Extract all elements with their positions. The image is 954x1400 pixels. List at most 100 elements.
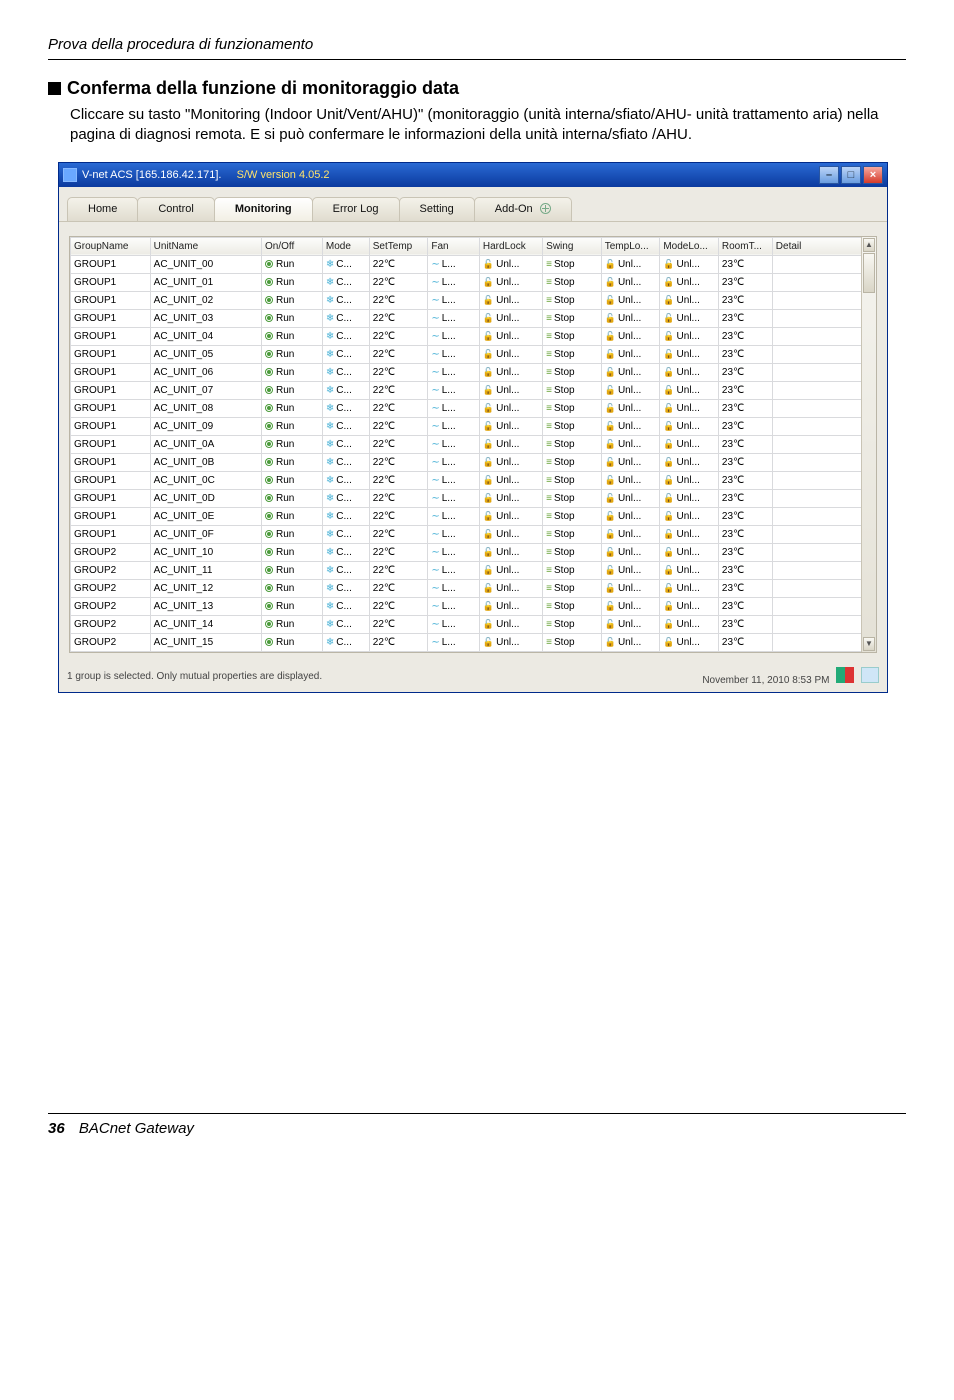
cell-onoff: Run [261,615,322,633]
column-header[interactable]: Swing [543,237,602,255]
cell-onoff: Run [261,561,322,579]
tab-monitoring[interactable]: Monitoring [214,197,313,221]
cell-fan: ∼L... [428,579,480,597]
cell-settemp: 22℃ [369,291,428,309]
cell-onoff: Run [261,309,322,327]
monitoring-table: GroupNameUnitNameOn/OffModeSetTempFanHar… [70,237,876,652]
lock-icon: 🔓 [605,259,616,269]
locale-flag-icon[interactable] [836,667,854,683]
table-row[interactable]: GROUP1AC_UNIT_01Run❄C...22℃∼L...🔓Unl...≡… [71,273,876,291]
table-row[interactable]: GROUP1AC_UNIT_03Run❄C...22℃∼L...🔓Unl...≡… [71,309,876,327]
column-header[interactable]: TempLo... [601,237,660,255]
lock-icon: 🔓 [605,313,616,323]
cell-modelock: 🔓Unl... [660,543,719,561]
column-header[interactable]: UnitName [150,237,261,255]
table-row[interactable]: GROUP1AC_UNIT_08Run❄C...22℃∼L...🔓Unl...≡… [71,399,876,417]
cell-group: GROUP1 [71,507,151,525]
cell-onoff: Run [261,345,322,363]
table-row[interactable]: GROUP2AC_UNIT_12Run❄C...22℃∼L...🔓Unl...≡… [71,579,876,597]
cell-swing: ≡Stop [543,453,602,471]
cell-group: GROUP2 [71,597,151,615]
tab-home[interactable]: Home [67,197,138,221]
cell-hardlock: 🔓Unl... [479,579,542,597]
vertical-scrollbar[interactable]: ▲ ▼ [861,237,876,652]
lock-icon: 🔓 [483,313,494,323]
lock-icon: 🔓 [663,583,674,593]
lock-icon: 🔓 [663,277,674,287]
table-row[interactable]: GROUP1AC_UNIT_04Run❄C...22℃∼L...🔓Unl...≡… [71,327,876,345]
table-row[interactable]: GROUP1AC_UNIT_0ERun❄C...22℃∼L...🔓Unl...≡… [71,507,876,525]
tab-setting[interactable]: Setting [399,197,475,221]
cell-mode: ❄C... [322,579,369,597]
column-header[interactable]: RoomT... [718,237,772,255]
plus-icon [540,203,551,214]
scroll-thumb[interactable] [863,253,875,293]
minimize-button[interactable]: – [819,166,839,184]
lock-icon: 🔓 [663,439,674,449]
mode-cool-icon: ❄ [326,367,334,378]
cell-templock: 🔓Unl... [601,489,660,507]
scroll-up-icon[interactable]: ▲ [863,238,875,252]
close-button[interactable]: × [863,166,883,184]
tab-error-log[interactable]: Error Log [312,197,400,221]
cell-onoff: Run [261,291,322,309]
column-header[interactable]: Fan [428,237,480,255]
cell-hardlock: 🔓Unl... [479,507,542,525]
cell-onoff: Run [261,417,322,435]
table-row[interactable]: GROUP2AC_UNIT_14Run❄C...22℃∼L...🔓Unl...≡… [71,615,876,633]
table-row[interactable]: GROUP2AC_UNIT_15Run❄C...22℃∼L...🔓Unl...≡… [71,633,876,651]
cell-fan: ∼L... [428,363,480,381]
table-row[interactable]: GROUP1AC_UNIT_00Run❄C...22℃∼L...🔓Unl...≡… [71,255,876,273]
cell-settemp: 22℃ [369,543,428,561]
column-header[interactable]: GroupName [71,237,151,255]
table-row[interactable]: GROUP1AC_UNIT_09Run❄C...22℃∼L...🔓Unl...≡… [71,417,876,435]
table-row[interactable]: GROUP1AC_UNIT_0BRun❄C...22℃∼L...🔓Unl...≡… [71,453,876,471]
network-icon[interactable] [861,667,879,683]
running-header: Prova della procedura di funzionamento [48,36,906,60]
cell-templock: 🔓Unl... [601,345,660,363]
table-row[interactable]: GROUP1AC_UNIT_0CRun❄C...22℃∼L...🔓Unl...≡… [71,471,876,489]
scroll-down-icon[interactable]: ▼ [863,637,875,651]
cell-fan: ∼L... [428,309,480,327]
column-header[interactable]: SetTemp [369,237,428,255]
lock-icon: 🔓 [483,475,494,485]
tab-control[interactable]: Control [137,197,214,221]
swing-icon: ≡ [546,421,552,432]
cell-roomtemp: 23℃ [718,255,772,273]
table-row[interactable]: GROUP1AC_UNIT_02Run❄C...22℃∼L...🔓Unl...≡… [71,291,876,309]
column-header[interactable]: On/Off [261,237,322,255]
fan-icon: ∼ [431,457,439,468]
cell-roomtemp: 23℃ [718,345,772,363]
column-header[interactable]: Mode [322,237,369,255]
column-header[interactable]: ModeLo... [660,237,719,255]
table-row[interactable]: GROUP1AC_UNIT_0FRun❄C...22℃∼L...🔓Unl...≡… [71,525,876,543]
table-row[interactable]: GROUP1AC_UNIT_07Run❄C...22℃∼L...🔓Unl...≡… [71,381,876,399]
window-title: V-net ACS [165.186.42.171]. S/W version … [82,169,819,181]
table-row[interactable]: GROUP1AC_UNIT_05Run❄C...22℃∼L...🔓Unl...≡… [71,345,876,363]
cell-swing: ≡Stop [543,561,602,579]
cell-fan: ∼L... [428,273,480,291]
tab-addon[interactable]: Add-On [474,197,572,221]
lock-icon: 🔓 [605,493,616,503]
maximize-button[interactable]: □ [841,166,861,184]
table-row[interactable]: GROUP2AC_UNIT_10Run❄C...22℃∼L...🔓Unl...≡… [71,543,876,561]
cell-unit: AC_UNIT_01 [150,273,261,291]
run-status-icon [265,260,273,268]
lock-icon: 🔓 [605,583,616,593]
lock-icon: 🔓 [483,259,494,269]
fan-icon: ∼ [431,619,439,630]
table-row[interactable]: GROUP1AC_UNIT_0DRun❄C...22℃∼L...🔓Unl...≡… [71,489,876,507]
table-row[interactable]: GROUP1AC_UNIT_06Run❄C...22℃∼L...🔓Unl...≡… [71,363,876,381]
column-header[interactable]: HardLock [479,237,542,255]
cell-modelock: 🔓Unl... [660,615,719,633]
cell-onoff: Run [261,327,322,345]
mode-cool-icon: ❄ [326,493,334,504]
cell-group: GROUP1 [71,381,151,399]
table-row[interactable]: GROUP2AC_UNIT_11Run❄C...22℃∼L...🔓Unl...≡… [71,561,876,579]
cell-fan: ∼L... [428,489,480,507]
table-row[interactable]: GROUP1AC_UNIT_0ARun❄C...22℃∼L...🔓Unl...≡… [71,435,876,453]
table-row[interactable]: GROUP2AC_UNIT_13Run❄C...22℃∼L...🔓Unl...≡… [71,597,876,615]
lock-icon: 🔓 [483,349,494,359]
fan-icon: ∼ [431,601,439,612]
cell-onoff: Run [261,597,322,615]
